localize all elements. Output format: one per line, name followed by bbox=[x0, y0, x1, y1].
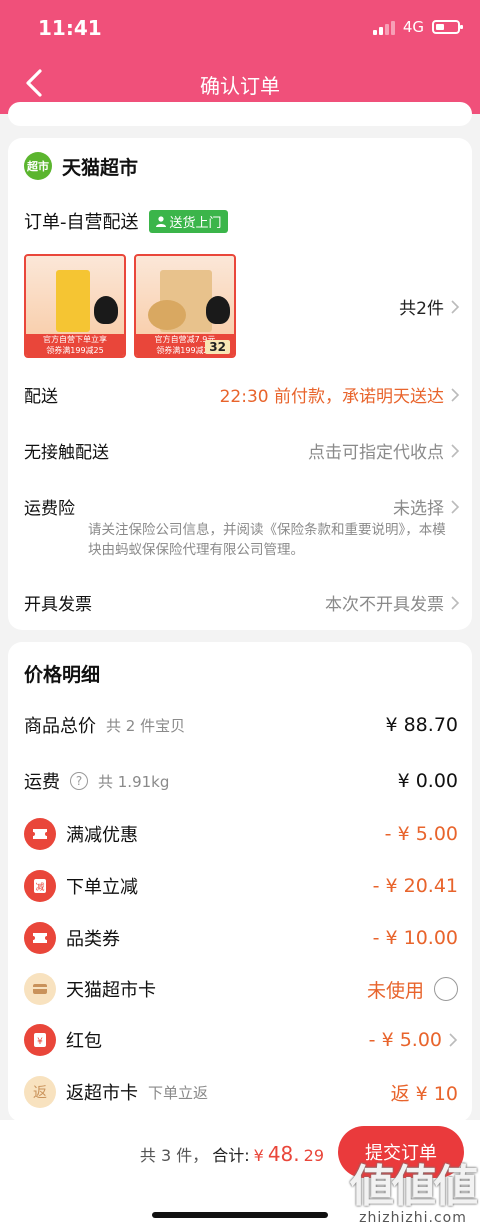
delivery-row[interactable]: 配送 22:30 前付款，承诺明天送达 bbox=[24, 382, 460, 407]
thumbnail-price-tag: 32 bbox=[205, 340, 230, 354]
card-icon bbox=[24, 973, 56, 1005]
category-coupon-row: 品类券 - ¥ 10.00 bbox=[24, 922, 458, 954]
price-detail-card: 价格明细 商品总价 共 2 件宝贝 ¥ 88.70 运费 ? 共 1.91kg … bbox=[8, 642, 472, 1122]
instant-discount-value: - ¥ 20.41 bbox=[372, 875, 458, 897]
shipping-insurance-row[interactable]: 运费险 未选择 bbox=[24, 494, 460, 519]
thumbnail-label: 官方自营下单立享 领券满199减25 bbox=[26, 334, 124, 356]
chevron-right-icon bbox=[451, 387, 460, 402]
status-time: 11:41 bbox=[38, 16, 102, 40]
item-count: 共2件 bbox=[399, 299, 444, 319]
discount-icon: 减 bbox=[24, 870, 56, 902]
coupon-icon bbox=[24, 818, 56, 850]
chevron-right-icon bbox=[451, 443, 460, 458]
status-indicators: 4G bbox=[372, 18, 463, 36]
network-label: 4G bbox=[402, 18, 424, 36]
order-type: 订单-自营配送 bbox=[24, 212, 139, 233]
cashback-card-row: 返 返超市卡 下单立返 返 ¥ 10 bbox=[24, 1076, 458, 1108]
red-packet-value: - ¥ 5.00 bbox=[368, 1029, 442, 1051]
shipping-fee-label: 运费 bbox=[24, 772, 60, 793]
category-coupon-label: 品类券 bbox=[66, 929, 120, 950]
contactless-label: 无接触配送 bbox=[24, 443, 109, 463]
red-packet-row[interactable]: ¥ 红包 - ¥ 5.00 bbox=[24, 1024, 458, 1056]
header-bar: 11:41 4G 确认订单 bbox=[0, 0, 480, 114]
total-label: 合计: bbox=[212, 1146, 250, 1165]
chevron-right-icon bbox=[451, 595, 460, 610]
delivery-label: 配送 bbox=[24, 387, 58, 407]
cashback-label: 返超市卡 bbox=[66, 1083, 138, 1104]
cashback-value: 返 ¥ 10 bbox=[390, 1082, 458, 1105]
full-reduction-value: - ¥ 5.00 bbox=[384, 823, 458, 845]
store-header[interactable]: 超市 天猫超市 bbox=[24, 152, 138, 180]
shipping-fee-value: ¥ 0.00 bbox=[397, 770, 458, 792]
previous-card-edge bbox=[8, 102, 472, 126]
insurance-note: 请关注保险公司信息，并阅读《保险条款和重要说明》，本模块由蚂蚁保保险代理有限公司… bbox=[88, 522, 446, 558]
store-name: 天猫超市 bbox=[62, 156, 139, 179]
coupon-icon bbox=[24, 922, 56, 954]
invoice-value: 本次不开具发票 bbox=[325, 595, 444, 615]
person-icon bbox=[155, 216, 166, 227]
svg-text:减: 减 bbox=[35, 881, 44, 893]
item-count-row[interactable]: 共2件 bbox=[24, 294, 460, 319]
battery-icon bbox=[432, 20, 463, 34]
subtotal-label: 商品总价 bbox=[24, 716, 96, 737]
insurance-label: 运费险 bbox=[24, 499, 75, 519]
chevron-right-icon bbox=[451, 299, 460, 314]
supermarket-card-value: 未使用 bbox=[366, 979, 424, 1002]
subtotal-row: 商品总价 共 2 件宝贝 ¥ 88.70 bbox=[24, 712, 458, 738]
full-reduction-row: 满减优惠 - ¥ 5.00 bbox=[24, 818, 458, 850]
red-packet-icon: ¥ bbox=[24, 1024, 56, 1056]
contactless-value: 点击可指定代收点 bbox=[308, 443, 444, 463]
supermarket-card-label: 天猫超市卡 bbox=[66, 980, 156, 1001]
delivery-badge: 送货上门 bbox=[148, 209, 228, 233]
full-reduction-label: 满减优惠 bbox=[66, 825, 138, 846]
signal-icon bbox=[372, 19, 395, 35]
total-amount-int: 48. bbox=[267, 1142, 300, 1166]
total-currency: ¥ bbox=[253, 1146, 264, 1165]
page-title: 确认订单 bbox=[200, 74, 280, 98]
order-type-row: 订单-自营配送 送货上门 bbox=[24, 208, 228, 234]
instant-discount-label: 下单立减 bbox=[66, 877, 138, 898]
order-card: 超市 天猫超市 订单-自营配送 送货上门 官方自营下单立享 领券满199减25 … bbox=[8, 138, 472, 630]
red-packet-label: 红包 bbox=[66, 1031, 102, 1052]
total-amount-dec: 29 bbox=[303, 1146, 324, 1165]
store-logo-icon: 超市 bbox=[24, 152, 52, 180]
chevron-right-icon bbox=[449, 1033, 458, 1047]
shipping-weight: 共 1.91kg bbox=[98, 772, 170, 791]
help-icon[interactable]: ? bbox=[70, 772, 88, 790]
invoice-label: 开具发票 bbox=[24, 595, 92, 615]
subtotal-value: ¥ 88.70 bbox=[385, 714, 458, 736]
insurance-value: 未选择 bbox=[393, 499, 444, 519]
cashback-sub: 下单立返 bbox=[148, 1083, 209, 1102]
invoice-row[interactable]: 开具发票 本次不开具发票 bbox=[24, 590, 460, 615]
delivery-value: 22:30 前付款，承诺明天送达 bbox=[219, 387, 444, 407]
instant-discount-row: 减 下单立减 - ¥ 20.41 bbox=[24, 870, 458, 902]
order-summary: 共 3 件， 合计: ¥ 48. 29 bbox=[140, 1142, 324, 1166]
subtotal-sub: 共 2 件宝贝 bbox=[106, 716, 186, 735]
delivery-badge-label: 送货上门 bbox=[169, 215, 222, 231]
svg-text:返: 返 bbox=[33, 1085, 47, 1101]
supermarket-card-radio[interactable] bbox=[434, 977, 458, 1001]
category-coupon-value: - ¥ 10.00 bbox=[372, 927, 458, 949]
home-indicator[interactable] bbox=[152, 1212, 328, 1218]
cashback-icon: 返 bbox=[24, 1076, 56, 1108]
chevron-right-icon bbox=[451, 499, 460, 514]
supermarket-card-row[interactable]: 天猫超市卡 未使用 bbox=[24, 973, 458, 1005]
contactless-delivery-row[interactable]: 无接触配送 点击可指定代收点 bbox=[24, 438, 460, 463]
watermark-logo: 値値値 zhizhizhi.com bbox=[350, 1161, 478, 1226]
shipping-fee-row: 运费 ? 共 1.91kg ¥ 0.00 bbox=[24, 768, 458, 794]
price-detail-title: 价格明细 bbox=[24, 664, 101, 686]
checkout-bar: 共 3 件， 合计: ¥ 48. 29 提交订单 値値値 zhizhizhi.c… bbox=[0, 1120, 480, 1230]
svg-text:¥: ¥ bbox=[37, 1037, 43, 1047]
total-count: 共 3 件， bbox=[139, 1146, 209, 1165]
